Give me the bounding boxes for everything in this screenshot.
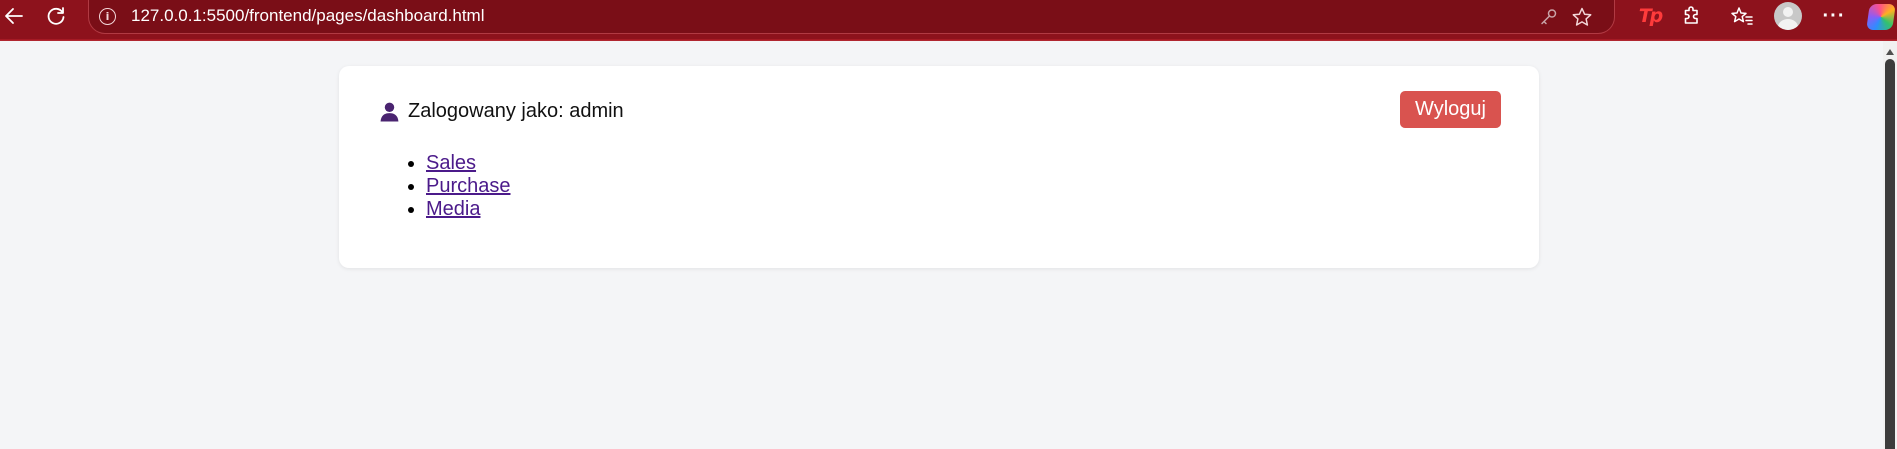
url-text[interactable]: 127.0.0.1:5500/frontend/pages/dashboard.… (131, 6, 485, 26)
key-icon[interactable] (1536, 4, 1562, 30)
dashboard-card: Zalogowany jako: admin Wyloguj Sales Pur… (339, 66, 1539, 268)
page-scrollbar[interactable] (1883, 41, 1897, 449)
logged-in-label: Zalogowany jako: admin (408, 100, 624, 122)
back-icon[interactable] (0, 0, 32, 32)
favorite-star-icon[interactable] (1569, 4, 1595, 30)
more-menu-icon[interactable]: ··· (1816, 0, 1852, 32)
scroll-thumb[interactable] (1885, 59, 1895, 449)
browser-toolbar: i 127.0.0.1:5500/frontend/pages/dashboar… (0, 0, 1897, 40)
nav-link-list: Sales Purchase Media (339, 152, 511, 221)
extensions-icon[interactable] (1674, 0, 1710, 32)
user-icon (380, 102, 399, 122)
list-item: Sales (426, 152, 511, 175)
purchase-link[interactable]: Purchase (426, 175, 511, 197)
copilot-icon[interactable] (1866, 4, 1896, 30)
list-item: Purchase (426, 175, 511, 198)
profile-avatar[interactable] (1774, 2, 1802, 30)
logged-in-user: Zalogowany jako: admin (379, 100, 624, 123)
address-bar[interactable]: i 127.0.0.1:5500/frontend/pages/dashboar… (88, 0, 1615, 34)
scroll-up-arrow[interactable] (1886, 49, 1894, 55)
site-info-icon[interactable]: i (99, 8, 116, 25)
media-link[interactable]: Media (426, 198, 480, 220)
tp-extension-icon[interactable]: Tp (1632, 0, 1668, 32)
sales-link[interactable]: Sales (426, 152, 476, 174)
logout-button[interactable]: Wyloguj (1400, 91, 1501, 128)
favorites-icon[interactable] (1724, 0, 1760, 32)
list-item: Media (426, 198, 511, 221)
refresh-icon[interactable] (38, 0, 74, 32)
